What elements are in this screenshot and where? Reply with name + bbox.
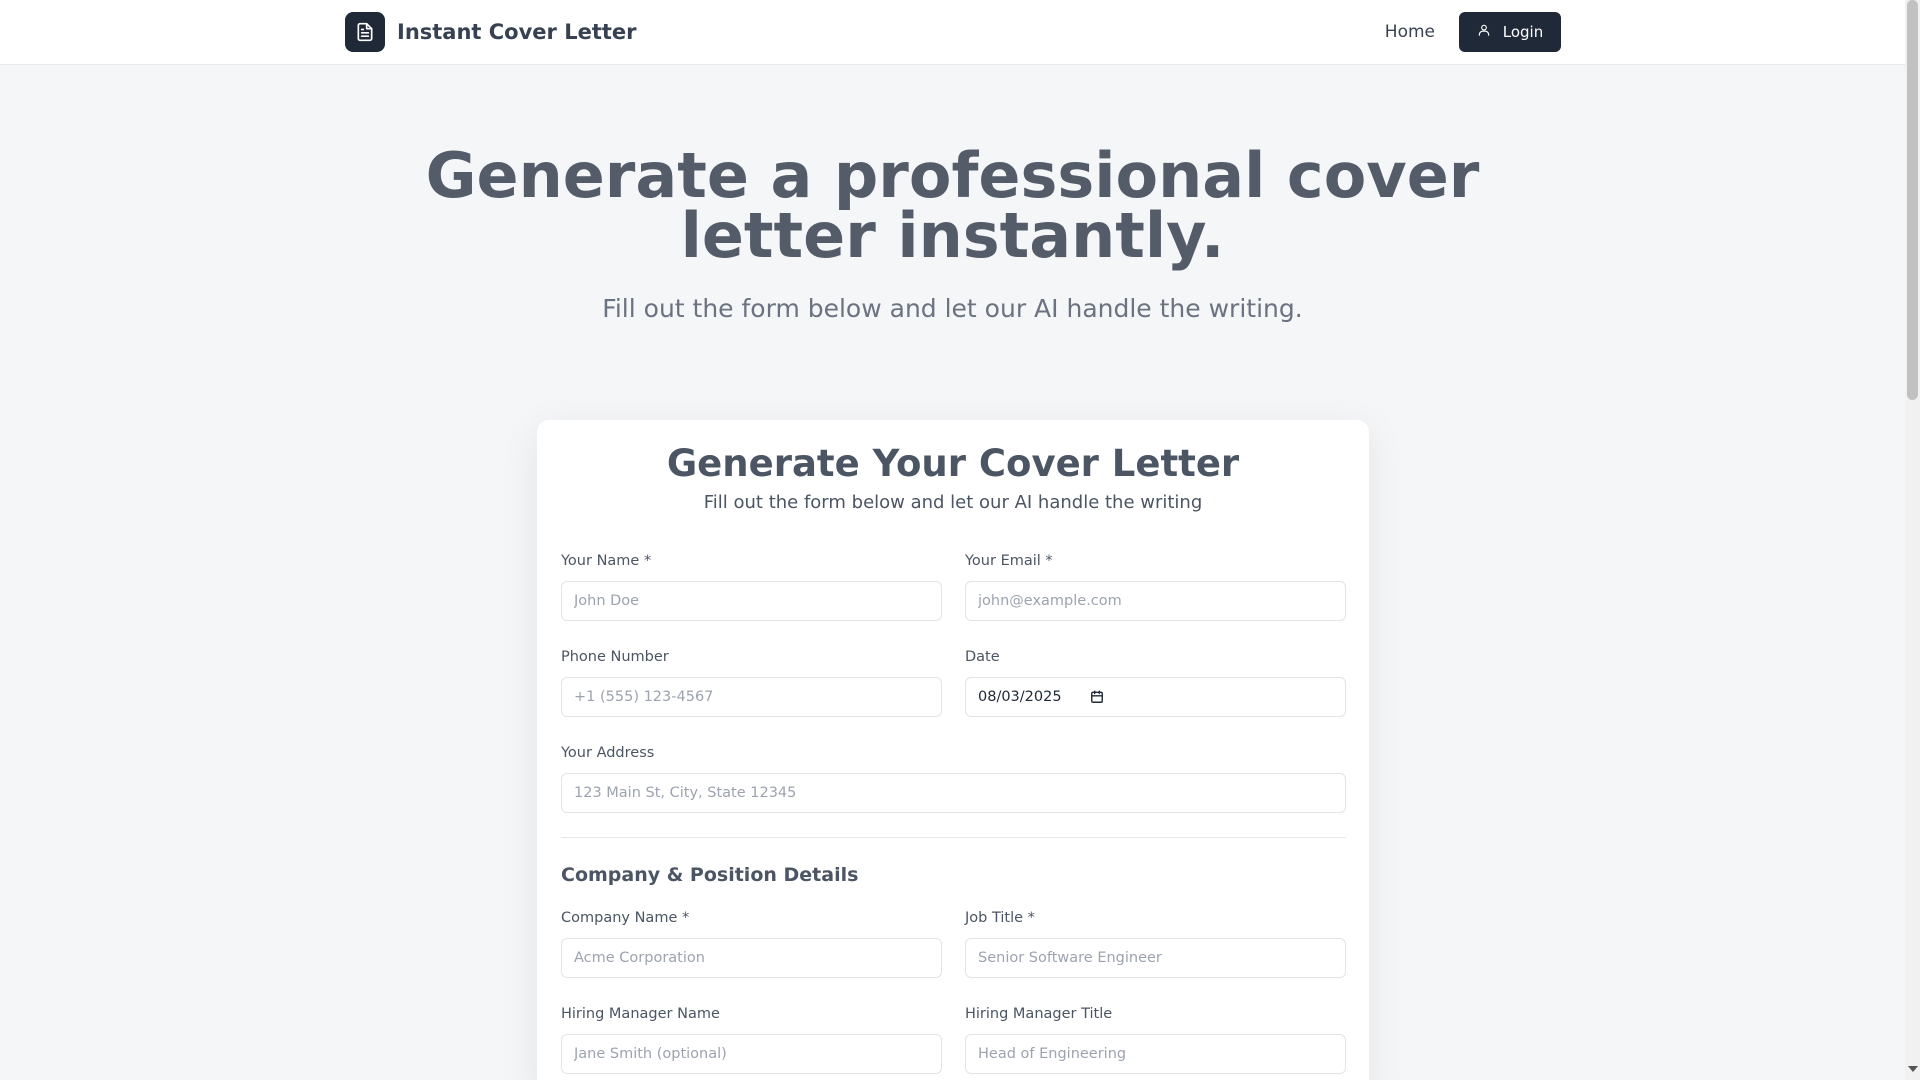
document-icon bbox=[345, 12, 385, 52]
brand-name: Instant Cover Letter bbox=[397, 20, 637, 44]
phone-label: Phone Number bbox=[561, 649, 669, 665]
company-input[interactable] bbox=[561, 938, 942, 978]
date-label: Date bbox=[965, 649, 1000, 665]
nav-links: Home Login bbox=[1385, 12, 1561, 52]
user-icon bbox=[1477, 23, 1491, 41]
form-title: Generate Your Cover Letter bbox=[666, 442, 1240, 485]
login-label: Login bbox=[1502, 23, 1544, 41]
hero-title-line2: letter instantly. bbox=[680, 199, 1225, 272]
job-title-input[interactable] bbox=[965, 938, 1346, 978]
date-value: 08/03/2025 bbox=[978, 689, 1062, 705]
scroll-down-arrow-icon[interactable] bbox=[1908, 1066, 1918, 1072]
hero-title: Generate a professional cover letter ins… bbox=[0, 139, 1905, 272]
hero-subtitle: Fill out the form below and let our AI h… bbox=[602, 294, 1303, 323]
address-label: Your Address bbox=[561, 745, 655, 761]
email-input[interactable] bbox=[965, 581, 1346, 621]
form-subtitle: Fill out the form below and let our AI h… bbox=[703, 492, 1203, 513]
name-input[interactable] bbox=[561, 581, 942, 621]
job-title-label: Job Title * bbox=[965, 910, 1035, 926]
section-divider bbox=[561, 837, 1346, 838]
phone-input[interactable] bbox=[561, 677, 942, 717]
cover-letter-form-card: Generate Your Cover Letter Fill out the … bbox=[537, 420, 1369, 1080]
calendar-icon[interactable] bbox=[1090, 690, 1104, 704]
hero-title-line1: Generate a professional cover bbox=[425, 139, 1480, 212]
email-label: Your Email * bbox=[965, 553, 1053, 569]
hiring-manager-title-input[interactable] bbox=[965, 1034, 1346, 1074]
brand[interactable]: Instant Cover Letter bbox=[345, 12, 637, 52]
scrollbar-thumb[interactable] bbox=[1907, 0, 1918, 400]
nav-home-link[interactable]: Home bbox=[1385, 22, 1435, 42]
login-button[interactable]: Login bbox=[1459, 12, 1561, 52]
company-section-title: Company & Position Details bbox=[561, 864, 859, 886]
hiring-manager-name-label: Hiring Manager Name bbox=[561, 1006, 720, 1022]
hiring-manager-name-input[interactable] bbox=[561, 1034, 942, 1074]
hiring-manager-title-label: Hiring Manager Title bbox=[965, 1006, 1113, 1022]
top-nav-bar: Instant Cover Letter Home Login bbox=[0, 0, 1905, 65]
address-input[interactable] bbox=[561, 773, 1346, 813]
date-input[interactable]: 08/03/2025 bbox=[965, 677, 1346, 717]
company-label: Company Name * bbox=[561, 910, 690, 926]
name-label: Your Name * bbox=[561, 553, 652, 569]
